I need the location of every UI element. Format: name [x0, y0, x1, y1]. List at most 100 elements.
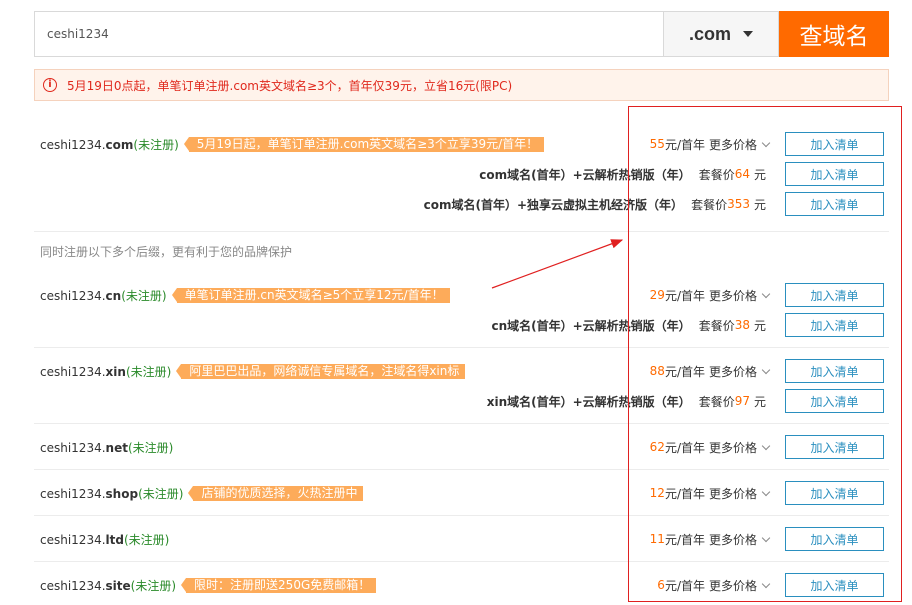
more-price-link[interactable]: 更多价格 — [708, 531, 771, 548]
domain-name: ceshi1234.ltd(未注册) — [40, 531, 169, 548]
price-block: 55 元/首年 更多价格 — [649, 133, 771, 155]
price-unit: 元/首年 — [664, 440, 705, 455]
domain-tld: shop — [105, 486, 139, 501]
more-price-label: 更多价格 — [708, 364, 757, 379]
price-block: 62 元/首年 更多价格 — [649, 436, 771, 458]
more-price-link[interactable]: 更多价格 — [708, 363, 771, 380]
bundle-price-label: 套餐价 — [691, 197, 728, 212]
domain-prefix: ceshi1234. — [40, 578, 106, 593]
price-block: 11 元/首年 更多价格 — [649, 528, 771, 550]
status-unregistered: (未注册) — [133, 137, 179, 152]
status-unregistered: (未注册) — [123, 532, 170, 547]
price-block: 88 元/首年 更多价格 — [649, 360, 771, 382]
bundle-price-label: 套餐价 — [698, 394, 735, 409]
bundle-price-unit: 元 — [753, 197, 766, 212]
chevron-down-icon — [761, 138, 771, 147]
bundle-name: com域名(首年）+云解析热销版（年） — [479, 167, 691, 182]
promo-tag: 阿里巴巴出品，网络诚信专属域名，注域名得xin标 — [176, 363, 466, 379]
price-unit: 元/首年 — [664, 288, 705, 303]
domain-tld: com — [105, 137, 134, 152]
bundle-price-unit: 元 — [753, 167, 766, 182]
search-bar: .com 查域名 — [34, 11, 889, 57]
price-value: 6 — [657, 578, 665, 592]
bundle-price-value: 38 — [734, 318, 750, 332]
add-bundle-to-cart-button[interactable]: 加入清单 — [785, 389, 884, 413]
bundle-price-label: 套餐价 — [698, 318, 735, 333]
chevron-down-icon — [761, 533, 771, 542]
add-bundle-to-cart-button[interactable]: 加入清单 — [785, 162, 884, 186]
price-unit: 元/首年 — [664, 137, 705, 152]
search-domain-button[interactable]: 查域名 — [779, 11, 889, 57]
add-to-cart-button[interactable]: 加入清单 — [785, 359, 884, 383]
price-value: 62 — [649, 440, 665, 454]
multi-suffix-hint: 同时注册以下多个后缀，更有利于您的品牌保护 — [40, 245, 293, 259]
bundle-name: cn域名(首年）+云解析热销版（年） — [491, 318, 691, 333]
add-to-cart-button[interactable]: 加入清单 — [785, 573, 884, 597]
domain-name: ceshi1234.shop(未注册) — [40, 485, 183, 502]
price-value: 12 — [649, 486, 665, 500]
status-unregistered: (未注册) — [125, 364, 172, 379]
more-price-label: 更多价格 — [708, 532, 757, 547]
more-price-link[interactable]: 更多价格 — [708, 136, 771, 153]
price-unit: 元/首年 — [664, 578, 705, 593]
more-price-link[interactable]: 更多价格 — [708, 439, 771, 456]
row-divider — [34, 561, 889, 562]
promo-tag: 5月19日起，单笔订单注册.com英文域名≥3个立享39元/首年！ — [183, 136, 545, 152]
chevron-down-icon — [743, 31, 753, 37]
more-price-label: 更多价格 — [708, 440, 757, 455]
price-value: 29 — [649, 288, 665, 302]
price-unit: 元/首年 — [664, 364, 705, 379]
domain-tld: site — [105, 578, 131, 593]
price-block: 12 元/首年 更多价格 — [649, 482, 771, 504]
add-bundle-to-cart-button[interactable]: 加入清单 — [785, 192, 884, 216]
row-divider — [34, 515, 889, 516]
domain-search-input[interactable] — [34, 11, 663, 57]
more-price-link[interactable]: 更多价格 — [709, 577, 771, 594]
bundle-offer: com域名(首年）+独享云虚拟主机经济版（年） 套餐价 353 元 — [424, 193, 766, 215]
add-to-cart-button[interactable]: 加入清单 — [785, 527, 884, 551]
row-divider — [34, 347, 889, 348]
more-price-link[interactable]: 更多价格 — [709, 485, 771, 502]
more-price-label: 更多价格 — [708, 137, 757, 152]
info-icon: i — [43, 78, 57, 92]
domain-prefix: ceshi1234. — [40, 486, 106, 501]
row-divider — [34, 423, 889, 424]
chevron-down-icon — [761, 487, 771, 496]
domain-prefix: ceshi1234. — [40, 288, 106, 303]
domain-name: ceshi1234.xin(未注册) — [40, 363, 171, 380]
domain-search-page: .com 查域名 i 5月19日0点起，单笔订单注册.com英文域名≥3个，首年… — [0, 0, 912, 605]
domain-tld: ltd — [105, 532, 124, 547]
chevron-down-icon — [761, 365, 771, 374]
price-value: 55 — [649, 137, 665, 151]
bundle-name: xin域名(首年）+云解析热销版（年） — [486, 394, 691, 409]
bundle-offer: cn域名(首年）+云解析热销版（年） 套餐价 38 元 — [491, 314, 766, 336]
bundle-price-label: 套餐价 — [698, 167, 735, 182]
chevron-down-icon — [761, 289, 771, 298]
add-bundle-to-cart-button[interactable]: 加入清单 — [785, 313, 884, 337]
domain-name: ceshi1234.net(未注册) — [40, 439, 173, 456]
domain-prefix: ceshi1234. — [40, 440, 106, 455]
bundle-price-unit: 元 — [753, 318, 766, 333]
chevron-down-icon — [761, 441, 771, 450]
domain-name: ceshi1234.site(未注册) — [40, 577, 176, 594]
bundle-price-unit: 元 — [753, 394, 766, 409]
more-price-label: 更多价格 — [708, 288, 757, 303]
domain-prefix: ceshi1234. — [40, 137, 106, 152]
bundle-price-value: 64 — [734, 167, 750, 181]
price-value: 11 — [649, 532, 665, 546]
tld-dropdown[interactable]: .com — [663, 11, 779, 57]
status-unregistered: (未注册) — [127, 440, 174, 455]
promo-tag: 店铺的优质选择，火热注册中 — [188, 485, 364, 501]
status-unregistered: (未注册) — [121, 288, 167, 303]
bundle-price-value: 97 — [734, 394, 750, 408]
promo-notice-text: 5月19日0点起，单笔订单注册.com英文域名≥3个，首年仅39元，立省16元(… — [67, 78, 513, 93]
status-unregistered: (未注册) — [130, 578, 177, 593]
add-to-cart-button[interactable]: 加入清单 — [785, 435, 884, 459]
add-to-cart-button[interactable]: 加入清单 — [785, 481, 884, 505]
price-block: 29 元/首年 更多价格 — [649, 284, 771, 306]
add-to-cart-button[interactable]: 加入清单 — [785, 132, 884, 156]
more-price-link[interactable]: 更多价格 — [708, 287, 771, 304]
add-to-cart-button[interactable]: 加入清单 — [785, 283, 884, 307]
price-value: 88 — [649, 364, 665, 378]
promo-tag: 单笔订单注册.cn英文域名≥5个立享12元/首年！ — [171, 287, 450, 303]
